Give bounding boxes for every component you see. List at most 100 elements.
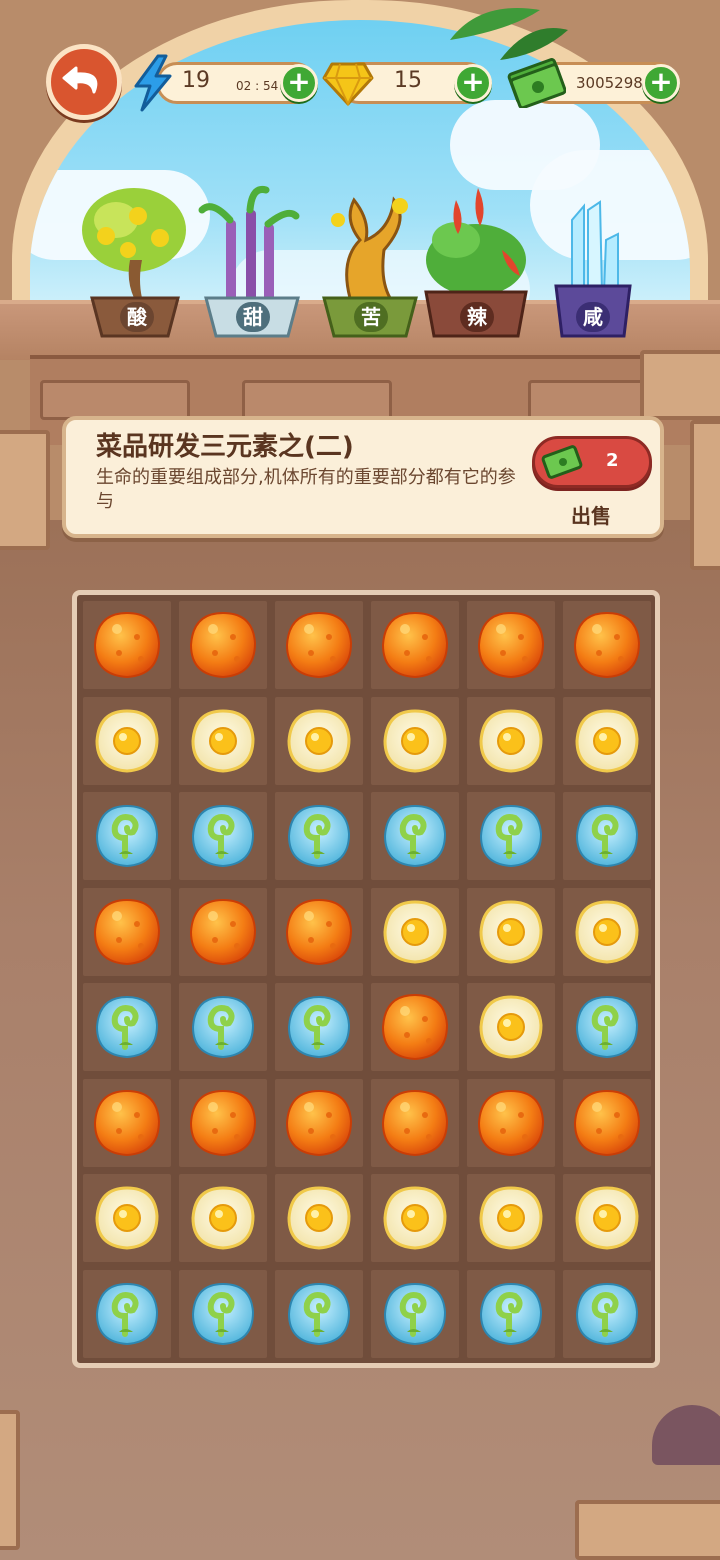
orange-ingredient-icon <box>189 898 257 965</box>
egg-ingredient-icon <box>575 708 639 773</box>
board-cell[interactable] <box>467 1078 555 1167</box>
plant-sweet[interactable]: 甜 <box>192 180 312 340</box>
board-cell[interactable] <box>275 1078 363 1167</box>
board-cell[interactable] <box>371 696 459 785</box>
board-cell[interactable] <box>275 696 363 785</box>
egg-ingredient-icon <box>575 1186 639 1250</box>
board-cell[interactable] <box>467 983 555 1071</box>
plant-sour[interactable]: 酸 <box>76 180 196 340</box>
egg-ingredient-icon <box>191 1186 255 1250</box>
board-cell[interactable] <box>83 887 171 976</box>
egg-ingredient-icon <box>95 708 159 773</box>
orange-ingredient-icon <box>93 1089 161 1156</box>
cash-value: 3005298 <box>576 74 643 92</box>
board-cell[interactable] <box>83 1269 171 1358</box>
board-cell[interactable] <box>563 887 651 976</box>
board-cell[interactable] <box>83 601 171 689</box>
board-cell[interactable] <box>371 887 459 976</box>
sprout-ingredient-icon <box>479 1282 543 1345</box>
plant-bitter[interactable]: 苦 <box>310 180 430 340</box>
crate <box>0 1410 20 1550</box>
add-energy-button[interactable]: + <box>280 64 318 102</box>
board-cell[interactable] <box>83 792 171 880</box>
board-cell[interactable] <box>275 1269 363 1358</box>
sell-button[interactable] <box>532 436 652 488</box>
board-cell[interactable] <box>275 601 363 689</box>
board-cell[interactable] <box>179 1078 267 1167</box>
board-cell[interactable] <box>275 983 363 1071</box>
egg-ingredient-icon <box>575 899 639 964</box>
pot-label: 甜 <box>236 302 270 332</box>
board-cell[interactable] <box>563 1174 651 1262</box>
board-cell[interactable] <box>563 1078 651 1167</box>
crate <box>575 1500 720 1560</box>
back-arrow-icon <box>62 66 98 94</box>
orange-ingredient-icon <box>189 611 257 679</box>
sprout-ingredient-icon <box>479 804 543 868</box>
egg-ingredient-icon <box>383 1186 447 1250</box>
board-cell[interactable] <box>179 983 267 1071</box>
ingredient-description: 生命的重要组成部分,机体所有的重要部分都有它的参与 <box>96 467 516 512</box>
egg-ingredient-icon <box>383 899 447 964</box>
board-cell[interactable] <box>563 696 651 785</box>
board-cell[interactable] <box>179 696 267 785</box>
board-cell[interactable] <box>371 601 459 689</box>
egg-ingredient-icon <box>287 708 351 773</box>
board-cell[interactable] <box>83 1078 171 1167</box>
egg-ingredient-icon <box>479 899 543 964</box>
board-cell[interactable] <box>467 792 555 880</box>
board-cell[interactable] <box>83 696 171 785</box>
board-cell[interactable] <box>371 1078 459 1167</box>
energy-timer: 02 : 54 <box>236 79 279 93</box>
pot-label: 咸 <box>576 302 610 332</box>
add-gems-button[interactable]: + <box>454 64 492 102</box>
board-cell[interactable] <box>179 1269 267 1358</box>
sell-price: 2 <box>606 450 619 471</box>
board-cell[interactable] <box>179 1174 267 1262</box>
board-cell[interactable] <box>371 792 459 880</box>
board-cell[interactable] <box>371 1174 459 1262</box>
pot-label: 酸 <box>120 302 154 332</box>
sprout-ingredient-icon <box>575 804 639 868</box>
orange-ingredient-icon <box>189 1089 257 1156</box>
orange-ingredient-icon <box>381 1089 449 1156</box>
board-cell[interactable] <box>275 792 363 880</box>
board-cell[interactable] <box>467 696 555 785</box>
orange-ingredient-icon <box>93 611 161 679</box>
plant-spicy[interactable]: 辣 <box>416 180 536 340</box>
orange-ingredient-icon <box>381 993 449 1061</box>
sprout-ingredient-icon <box>191 1282 255 1345</box>
board-cell[interactable] <box>83 1174 171 1262</box>
orange-ingredient-icon <box>285 611 353 679</box>
plant-salty[interactable]: 咸 <box>532 180 652 340</box>
board-cell[interactable] <box>371 983 459 1071</box>
board-cell[interactable] <box>179 792 267 880</box>
orange-ingredient-icon <box>477 611 545 679</box>
gem-value: 15 <box>394 68 422 93</box>
egg-ingredient-icon <box>479 1186 543 1250</box>
board-cell[interactable] <box>83 983 171 1071</box>
add-cash-button[interactable]: + <box>642 64 680 102</box>
board-cell[interactable] <box>467 887 555 976</box>
sprout-ingredient-icon <box>95 995 159 1059</box>
board-cell[interactable] <box>563 792 651 880</box>
crate <box>640 350 720 420</box>
board-cell[interactable] <box>275 887 363 976</box>
board-cell[interactable] <box>467 1269 555 1358</box>
board-cell[interactable] <box>371 1269 459 1358</box>
orange-ingredient-icon <box>573 1089 641 1156</box>
board-cell[interactable] <box>467 1174 555 1262</box>
board-cell[interactable] <box>467 601 555 689</box>
energy-value: 19 <box>182 68 210 93</box>
ingredient-title: 菜品研发三元素之(二) <box>96 432 354 462</box>
board-cell[interactable] <box>563 983 651 1071</box>
board-cell[interactable] <box>179 887 267 976</box>
back-button[interactable] <box>46 44 122 120</box>
board-cell[interactable] <box>179 601 267 689</box>
egg-ingredient-icon <box>287 1186 351 1250</box>
board-cell[interactable] <box>563 1269 651 1358</box>
board-cell[interactable] <box>563 601 651 689</box>
board-cell[interactable] <box>275 1174 363 1262</box>
sprout-ingredient-icon <box>95 1282 159 1345</box>
crate <box>0 430 50 550</box>
